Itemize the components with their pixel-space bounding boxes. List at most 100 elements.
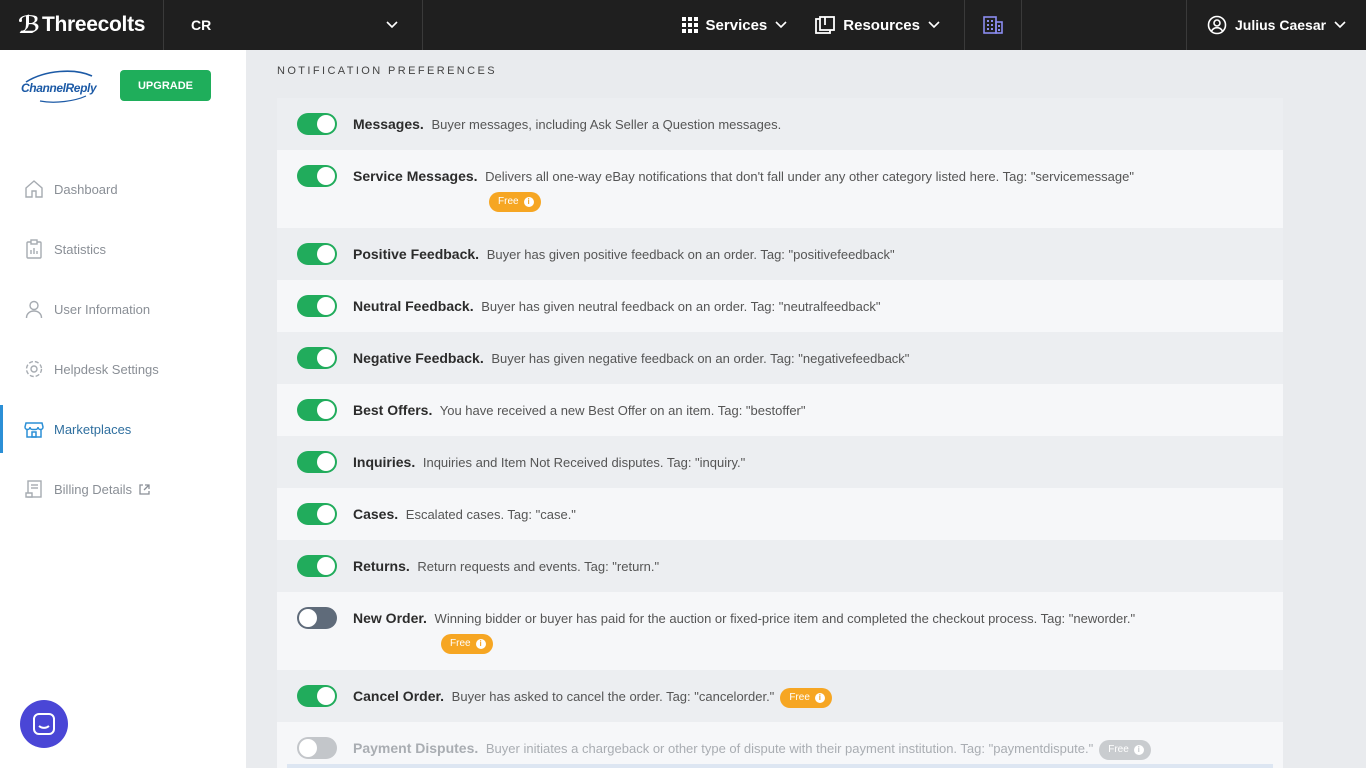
- org-name: CR: [191, 17, 212, 33]
- user-icon: [23, 298, 45, 320]
- section-title: NOTIFICATION PREFERENCES: [277, 65, 497, 77]
- notification-name: Negative Feedback.: [353, 350, 484, 366]
- notification-row-new-order: New Order. Winning bidder or buyer has p…: [277, 592, 1283, 670]
- sidebar-item-label: Marketplaces: [54, 421, 132, 437]
- notification-desc: Buyer has given negative feedback on an …: [491, 351, 910, 366]
- notification-name: Inquiries.: [353, 454, 416, 470]
- resources-menu[interactable]: Resources: [801, 0, 954, 50]
- info-icon: i: [475, 638, 486, 649]
- notification-desc: Winning bidder or buyer has paid for the…: [434, 611, 1136, 626]
- external-link-icon: [139, 483, 150, 495]
- store-icon: [23, 418, 45, 440]
- chevron-down-icon: [775, 21, 787, 29]
- notification-name: New Order.: [353, 610, 427, 626]
- toggle-switch[interactable]: [297, 607, 337, 629]
- sidebar-item-marketplaces[interactable]: Marketplaces: [0, 399, 246, 459]
- notification-row-positive-feedback: Positive Feedback. Buyer has given posit…: [277, 228, 1283, 280]
- notification-desc: Inquiries and Item Not Received disputes…: [422, 455, 746, 470]
- info-icon: i: [814, 692, 825, 703]
- user-menu[interactable]: Julius Caesar: [1186, 0, 1366, 50]
- free-badge[interactable]: Free i: [1099, 739, 1151, 760]
- toggle-switch[interactable]: [297, 347, 337, 369]
- sidebar: ChannelReply UPGRADE Dashboard Statistic…: [0, 50, 246, 768]
- chat-icon: [33, 713, 55, 735]
- notification-row-best-offers: Best Offers. You have received a new Bes…: [277, 384, 1283, 436]
- toggle-switch[interactable]: [297, 295, 337, 317]
- notification-name: Payment Disputes.: [353, 740, 479, 756]
- notification-desc: Buyer initiates a chargeback or other ty…: [485, 741, 1094, 756]
- notification-name: Service Messages.: [353, 168, 478, 184]
- notification-row-messages: Messages. Buyer messages, including Ask …: [277, 98, 1283, 150]
- notification-desc: Escalated cases. Tag: "case.": [405, 507, 576, 522]
- toggle-switch[interactable]: [297, 399, 337, 421]
- info-icon: i: [1133, 744, 1144, 755]
- notification-row-inquiries: Inquiries. Inquiries and Item Not Receiv…: [277, 436, 1283, 488]
- brand-name: Threecolts: [41, 13, 146, 36]
- services-menu[interactable]: Services: [668, 0, 802, 50]
- notification-list: Messages. Buyer messages, including Ask …: [277, 98, 1283, 768]
- notification-desc: Buyer has given positive feedback on an …: [486, 247, 895, 262]
- toggle-switch[interactable]: [297, 113, 337, 135]
- notification-name: Messages.: [353, 116, 424, 132]
- free-badge-label: Free: [789, 691, 810, 703]
- free-badge-label: Free: [1108, 743, 1129, 755]
- sidebar-menu: Dashboard Statistics User Information He…: [0, 159, 246, 519]
- notification-desc: You have received a new Best Offer on an…: [439, 403, 806, 418]
- sidebar-item-label: Dashboard: [54, 181, 118, 197]
- notification-row-cancel-order: Cancel Order. Buyer has asked to cancel …: [277, 670, 1283, 722]
- notification-desc: Buyer messages, including Ask Seller a Q…: [431, 117, 782, 132]
- chevron-down-icon: [928, 21, 940, 29]
- notification-name: Positive Feedback.: [353, 246, 480, 262]
- free-badge-label: Free: [450, 637, 471, 649]
- notification-name: Returns.: [353, 558, 410, 574]
- notification-row-cases: Cases. Escalated cases. Tag: "case.": [277, 488, 1283, 540]
- sidebar-item-statistics[interactable]: Statistics: [0, 219, 246, 279]
- notification-name: Cases.: [353, 506, 399, 522]
- list-bottom-strip: [287, 764, 1273, 768]
- free-badge[interactable]: Free i: [441, 633, 493, 654]
- notification-name: Best Offers.: [353, 402, 433, 418]
- top-bar: ℬ Threecolts CR Services Resources Juliu…: [0, 0, 1366, 50]
- chat-launcher-button[interactable]: [20, 700, 68, 748]
- notification-desc: Return requests and events. Tag: "return…: [417, 559, 660, 574]
- services-label: Services: [705, 16, 768, 34]
- info-icon: i: [523, 196, 534, 207]
- notification-name: Cancel Order.: [353, 688, 445, 704]
- upgrade-button[interactable]: UPGRADE: [120, 70, 211, 101]
- toggle-switch[interactable]: [297, 555, 337, 577]
- home-icon: [23, 178, 45, 200]
- logo-text: ChannelReply: [21, 81, 97, 95]
- sidebar-item-label: Statistics: [54, 241, 107, 257]
- grid-icon: [681, 17, 698, 33]
- chevron-down-icon: [1334, 21, 1346, 29]
- resources-label: Resources: [843, 16, 920, 34]
- sidebar-item-label: Billing Details: [54, 481, 133, 497]
- sidebar-item-dashboard[interactable]: Dashboard: [0, 159, 246, 219]
- user-circle-icon: [1207, 15, 1227, 35]
- notification-desc: Delivers all one-way eBay notifications …: [485, 169, 1134, 184]
- toggle-switch[interactable]: [297, 243, 337, 265]
- building-icon: [983, 16, 1003, 34]
- sidebar-item-helpdesk-settings[interactable]: Helpdesk Settings: [0, 339, 246, 399]
- toggle-switch[interactable]: [297, 685, 337, 707]
- free-badge-label: Free: [498, 195, 519, 207]
- sidebar-item-user-information[interactable]: User Information: [0, 279, 246, 339]
- sidebar-item-label: Helpdesk Settings: [54, 361, 159, 377]
- brand-logo[interactable]: ℬ Threecolts: [0, 0, 164, 50]
- notification-row-negative-feedback: Negative Feedback. Buyer has given negat…: [277, 332, 1283, 384]
- toggle-switch[interactable]: [297, 451, 337, 473]
- free-badge[interactable]: Free i: [489, 191, 541, 212]
- threecolts-logo-icon: ℬ: [18, 11, 40, 39]
- company-button[interactable]: [964, 0, 1022, 50]
- free-badge[interactable]: Free i: [780, 687, 832, 708]
- notification-desc: Buyer has given neutral feedback on an o…: [481, 299, 881, 314]
- toggle-switch[interactable]: [297, 737, 337, 759]
- notification-row-service-messages: Service Messages. Delivers all one-way e…: [277, 150, 1283, 228]
- org-selector[interactable]: CR: [164, 0, 423, 50]
- gear-icon: [23, 358, 45, 380]
- notification-name: Neutral Feedback.: [353, 298, 474, 314]
- sidebar-item-billing-details[interactable]: Billing Details: [0, 459, 246, 519]
- toggle-switch[interactable]: [297, 503, 337, 525]
- toggle-switch[interactable]: [297, 165, 337, 187]
- channelreply-logo[interactable]: ChannelReply: [20, 70, 100, 106]
